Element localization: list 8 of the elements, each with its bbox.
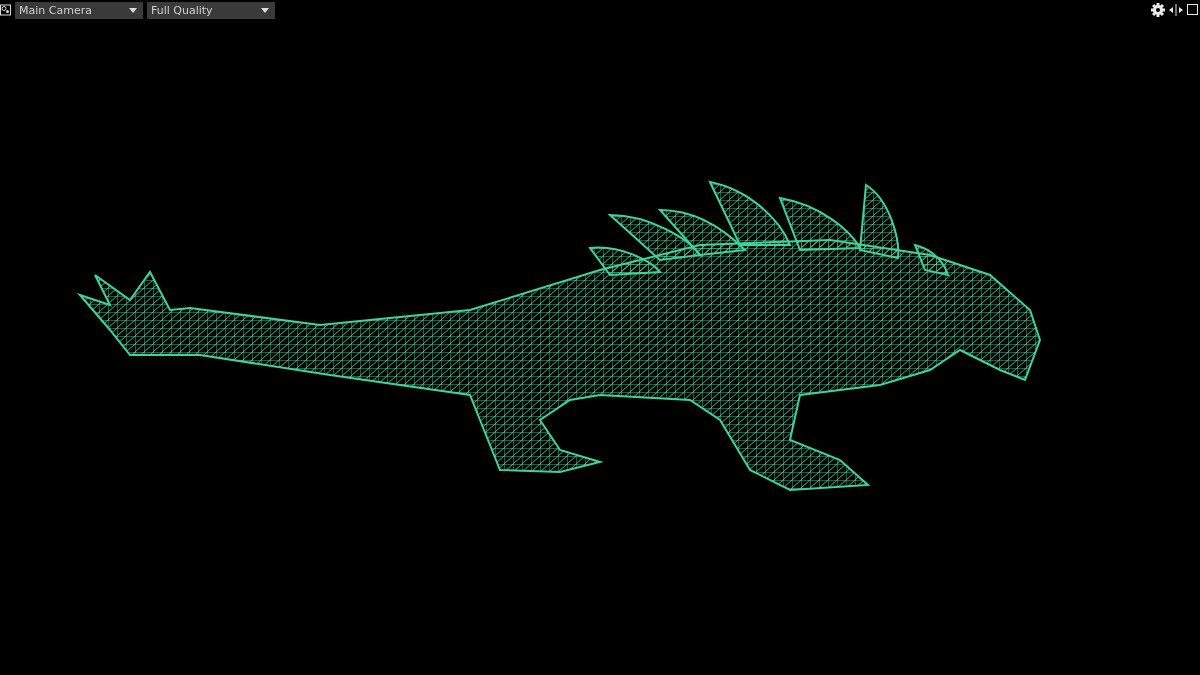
dropdown[interactable]: Full Quality xyxy=(147,2,275,19)
split-icon[interactable] xyxy=(1169,3,1183,16)
settings-icon[interactable] xyxy=(1151,2,1165,17)
maximize-icon[interactable] xyxy=(1187,4,1198,15)
camera-icon[interactable] xyxy=(0,3,11,16)
caret-icon xyxy=(129,8,137,13)
caret-icon xyxy=(261,8,269,13)
dropdown[interactable]: Main Camera xyxy=(15,2,143,19)
